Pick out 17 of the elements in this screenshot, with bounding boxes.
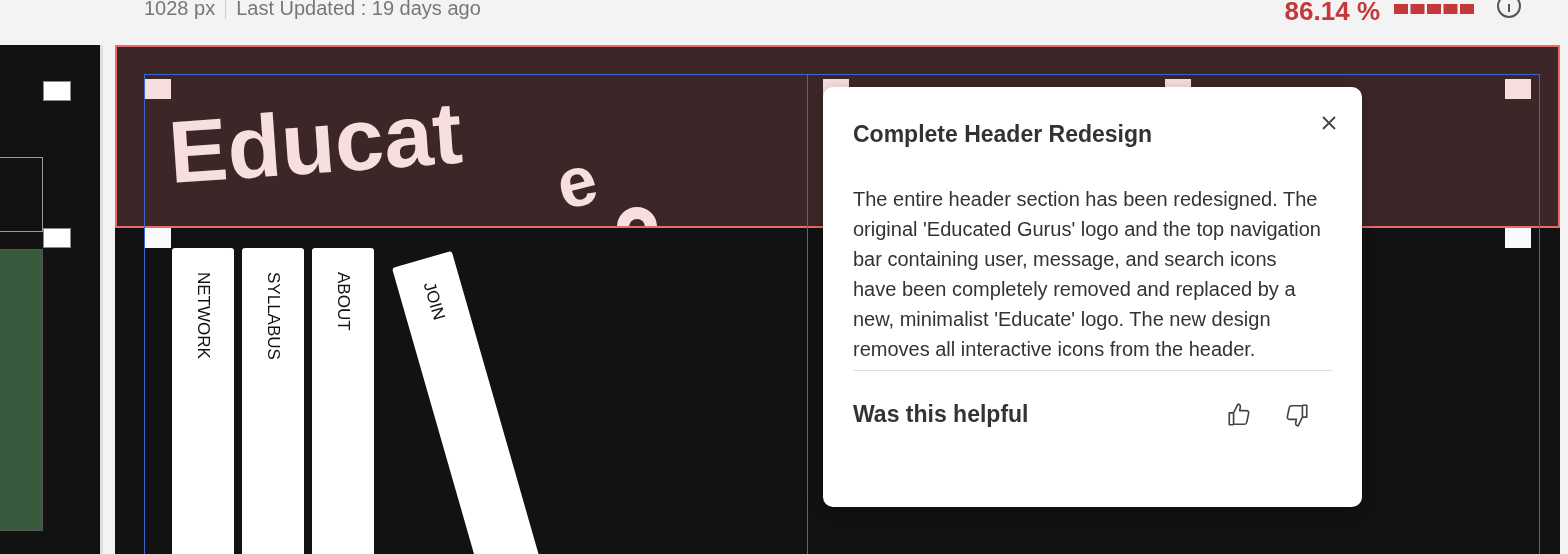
nav-tab[interactable]: JOIN <box>392 250 540 554</box>
logo-text: Educat <box>165 88 465 197</box>
nav-tab[interactable]: NETWORK <box>172 248 234 554</box>
viewport-width: 1028 px <box>144 0 216 20</box>
score: 86.14 % <box>1284 0 1380 27</box>
thumbs-down-icon[interactable] <box>1284 401 1310 428</box>
logo-text: e <box>549 143 604 221</box>
nav-tab[interactable]: ABOUT <box>312 248 374 554</box>
thumbs-up-icon[interactable] <box>1226 401 1252 428</box>
close-icon[interactable] <box>1322 116 1336 130</box>
feedback-prompt: Was this helpful <box>853 401 1030 428</box>
popover-title: Complete Header Redesign <box>853 121 1154 148</box>
info-icon[interactable] <box>1496 0 1522 19</box>
popover-description: The entire header section has been redesigned. The original 'Educated Gurus' logo and the top navigation bar containing user, message, and search icons have been completely removed and replaced by a new, minimalist 'Educate' logo. The new design removes all interactive icons from the header. <box>853 184 1332 371</box>
nav-tab[interactable]: SYLLABUS <box>242 248 304 554</box>
score-bars-icon <box>1394 3 1476 14</box>
last-updated: Last Updated : 19 days ago <box>236 0 481 20</box>
